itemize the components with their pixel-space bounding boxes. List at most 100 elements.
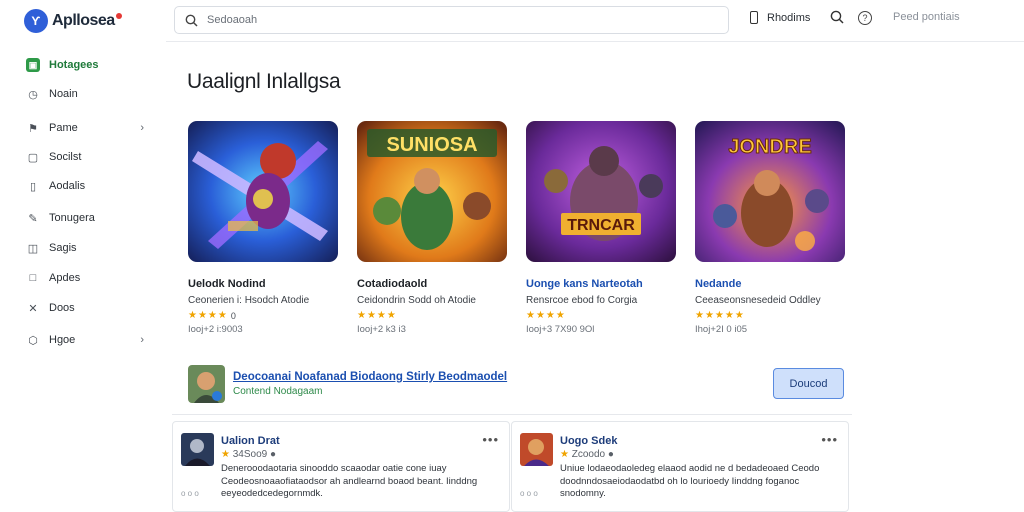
sidebar-item-label: Doos	[49, 302, 75, 314]
more-options-icon[interactable]: •••	[482, 432, 499, 447]
app-meta: Iooj+2 k3 i3	[357, 324, 406, 335]
sidebar-item-3[interactable]: ▢ Socilst	[26, 146, 152, 168]
rating-value: 0	[230, 310, 236, 321]
search-icon[interactable]	[830, 10, 844, 24]
brand[interactable]: Ƴ Apllosea	[24, 9, 122, 33]
pen-icon: ✎	[28, 212, 38, 225]
sidebar-item-7[interactable]: □ Apdes	[26, 267, 152, 289]
star-rating-icon: ★★★★	[357, 310, 397, 321]
app-thumbnail[interactable]: JONDRE	[695, 121, 845, 262]
search-icon	[185, 13, 199, 27]
app-card[interactable]: TRNCAR Uonge kans Narteotah Rensrcoe ebo…	[526, 121, 678, 335]
star-rating-icon: ★★★★	[188, 310, 228, 321]
flag-icon: ⚑	[28, 122, 38, 135]
promo-banner: Deocoanai Noafanad Biodaong Stirly Beodm…	[188, 364, 848, 406]
promo-button[interactable]: Doucod	[773, 368, 844, 399]
app-thumbnail[interactable]: SUNIOSA	[357, 121, 507, 262]
more-options-icon[interactable]: •••	[821, 432, 838, 447]
sidebar-item-1[interactable]: ◷ Noain	[26, 83, 152, 105]
promo-subtitle: Contend Nodagaam	[233, 386, 323, 397]
sidebar-item-label: Sagis	[49, 242, 77, 254]
app-card[interactable]: Uelodk Nodind Ceonerien i: Hsodch Atodie…	[188, 121, 340, 335]
app-title[interactable]: Nedande	[695, 278, 847, 290]
review-text: Uniue lodaeodaoledeg elaaod aodid ne d b…	[560, 463, 820, 499]
brand-logo-icon: Ƴ	[24, 9, 48, 33]
sidebar-item-4[interactable]: ▯ Aodalis	[26, 175, 152, 197]
tools-icon: ✕	[28, 302, 38, 315]
sidebar-item-5[interactable]: ✎ Tonugera	[26, 207, 152, 229]
chat-icon: ▢	[27, 151, 39, 164]
reviewer-name[interactable]: Uogo Sdek	[560, 435, 617, 447]
document-icon: ▯	[29, 180, 37, 193]
sidebar-item-label: Hotagees	[49, 59, 99, 71]
top-bar: Rhodims ? Peed pontiais	[166, 0, 1024, 42]
app-subtitle: Ceonerien i: Hsodch Atodie	[188, 295, 310, 306]
page-title: Uaalignl Inlallgsa	[187, 70, 341, 93]
svg-text:JONDRE: JONDRE	[728, 136, 811, 158]
reviewer-name[interactable]: Ualion Drat	[221, 435, 280, 447]
sidebar-item-9[interactable]: ⬡ Hgoe ›	[26, 329, 152, 351]
app-subtitle: Rensrcoe ebod fo Corgia	[526, 295, 638, 306]
sidebar-item-0[interactable]: ▣ Hotagees	[26, 54, 152, 76]
review-time: o o o	[520, 489, 538, 498]
chevron-right-icon: ›	[140, 122, 144, 134]
notification-dot-icon	[115, 13, 122, 19]
app-meta: Ihoj+2I 0 i05	[695, 324, 748, 335]
avatar	[181, 433, 214, 466]
avatar	[520, 433, 553, 466]
search-input[interactable]	[207, 14, 687, 26]
app-thumbnail[interactable]	[188, 121, 338, 262]
app-meta: Iooj+2 i:9003	[188, 324, 243, 335]
device-menu[interactable]: Rhodims	[750, 11, 810, 24]
app-title[interactable]: Uonge kans Narteotah	[526, 278, 678, 290]
app-subtitle: Ceidondrin Sodd oh Atodie	[357, 295, 476, 306]
store-icon: ▣	[26, 58, 40, 72]
help-icon[interactable]: ?	[858, 11, 872, 25]
shield-icon: ⬡	[28, 334, 38, 347]
app-subtitle: Ceeaseonsnesedeid Oddley	[695, 295, 821, 306]
star-icon: ★	[221, 449, 230, 460]
promo-link[interactable]: Deocoanai Noafanad Biodaong Stirly Beodm…	[233, 371, 507, 383]
phone-icon	[750, 11, 758, 24]
svg-text:TRNCAR: TRNCAR	[567, 217, 635, 234]
app-card[interactable]: SUNIOSA Cotadiodaold Ceidondrin Sodd oh …	[357, 121, 509, 335]
app-thumbnail[interactable]: TRNCAR	[526, 121, 676, 262]
sidebar-item-label: Socilst	[49, 151, 82, 163]
sidebar-item-6[interactable]: ◫ Sagis	[26, 237, 152, 259]
app-card[interactable]: JONDRE Nedande Ceeaseonsnesedeid Oddley …	[695, 121, 847, 335]
sidebar-item-label: Tonugera	[49, 212, 95, 224]
review-card: Uogo Sdek ★ Zcoodo ● ••• Uniue lodaeodao…	[511, 421, 849, 512]
review-card: Ualion Drat ★ 34Soo9 ● ••• Denerooodaota…	[172, 421, 510, 512]
app-title[interactable]: Cotadiodaold	[357, 278, 509, 290]
sidebar-item-label: Apdes	[49, 272, 81, 284]
device-label: Rhodims	[767, 11, 811, 24]
sidebar-item-label: Aodalis	[49, 180, 86, 192]
review-score: Zcoodo ●	[571, 449, 614, 460]
search-box[interactable]	[174, 6, 729, 34]
app-meta: Iooj+3 7X90 9Ol	[526, 324, 595, 335]
star-rating-icon: ★★★★★	[695, 310, 745, 321]
sidebar-item-2[interactable]: ⚑ Pame ›	[26, 117, 152, 139]
review-rating: ★ Zcoodo ●	[560, 449, 614, 460]
app-title[interactable]: Uelodk Nodind	[188, 278, 340, 290]
sidebar: Ƴ Apllosea ▣ Hotagees ◷ Noain ⚑ Pame › ▢…	[0, 0, 166, 512]
sidebar-item-label: Noain	[49, 88, 78, 100]
section-divider	[172, 414, 852, 415]
app-rating: ★★★★	[526, 310, 678, 321]
review-text: Denerooodaotaria sinooddo scaaodar oatie…	[221, 463, 478, 499]
clock-icon: ◷	[28, 88, 38, 101]
chevron-right-icon: ›	[140, 334, 144, 346]
sidebar-item-8[interactable]: ✕ Doos	[26, 297, 152, 319]
app-rating: ★★★★ 0	[188, 310, 340, 321]
svg-text:SUNIOSA: SUNIOSA	[386, 134, 477, 156]
box-icon: □	[29, 272, 37, 284]
star-icon: ★	[560, 449, 569, 460]
review-rating: ★ 34Soo9 ●	[221, 449, 276, 460]
sidebar-item-label: Hgoe	[49, 334, 76, 346]
review-score: 34Soo9 ●	[232, 449, 277, 460]
sidebar-item-label: Pame	[49, 122, 78, 134]
top-link[interactable]: Peed pontiais	[893, 11, 960, 23]
bag-icon: ◫	[27, 242, 39, 255]
app-rating: ★★★★★	[695, 310, 847, 321]
star-rating-icon: ★★★★	[526, 310, 566, 321]
